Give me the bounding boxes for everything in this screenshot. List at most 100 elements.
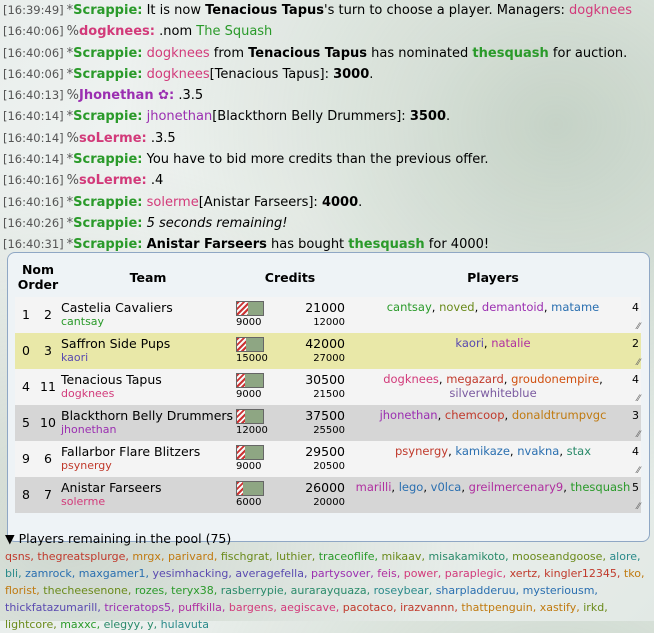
player-name[interactable]: chemcoop — [445, 408, 505, 422]
pool-player[interactable]: misakamikoto — [428, 550, 505, 563]
team-manager[interactable]: jhonethan — [61, 423, 235, 436]
resize-grip-icon[interactable]: ⁄⁄ — [637, 466, 640, 476]
player-name[interactable]: matame — [551, 300, 599, 314]
pool-player[interactable]: traceoflife — [319, 550, 375, 563]
pool-player[interactable]: averagefella — [235, 567, 304, 580]
username[interactable]: Scrappie: — [73, 152, 142, 167]
pool-player[interactable]: mysteriousm — [523, 584, 595, 597]
pool-player[interactable]: maxgamer1 — [79, 567, 146, 580]
pool-player[interactable]: feis — [377, 567, 396, 580]
username[interactable]: Scrappie: — [73, 67, 142, 82]
team-manager[interactable]: dogknees — [61, 387, 235, 400]
pool-player[interactable]: aegiscave — [280, 601, 335, 614]
pool-player[interactable]: lightcore — [5, 618, 53, 631]
pool-player[interactable]: irazvannn — [400, 601, 454, 614]
username[interactable]: Scrappie: — [73, 46, 142, 61]
pool-player[interactable]: bargens — [229, 601, 274, 614]
pool-player[interactable]: qsns — [5, 550, 30, 563]
username[interactable]: dogknees: — [79, 24, 155, 39]
pool-player[interactable]: florist — [5, 584, 36, 597]
pool-player[interactable]: thegreatsplurge — [37, 550, 125, 563]
pool-player[interactable]: maxxc — [60, 618, 96, 631]
player-name[interactable]: donaldtrumpvgc — [512, 408, 607, 422]
pool-player[interactable]: bli — [5, 567, 18, 580]
pool-player[interactable]: alore — [609, 550, 637, 563]
team-name[interactable]: Castelia Cavaliers — [61, 297, 235, 315]
pool-player[interactable]: xastify — [540, 601, 577, 614]
player-name[interactable]: nvakna — [517, 444, 559, 458]
team-manager[interactable]: kaori — [61, 351, 235, 364]
resize-grip-icon[interactable]: ⁄⁄ — [637, 502, 640, 512]
username[interactable]: Jhonethan ✿: — [79, 88, 174, 103]
player-name[interactable]: psynergy — [395, 444, 448, 458]
pool-player[interactable]: mooseandgoose — [512, 550, 602, 563]
pool-player[interactable]: fischgrat — [221, 550, 269, 563]
pool-player[interactable]: irkd — [583, 601, 604, 614]
resize-grip-icon[interactable]: ⁄⁄ — [637, 322, 640, 332]
pool-player[interactable]: thickfatazumarill — [5, 601, 97, 614]
pool-player[interactable]: roseybear — [374, 584, 429, 597]
username[interactable]: Scrappie: — [73, 237, 142, 252]
pool-player[interactable]: hulavuta — [161, 618, 209, 631]
team-manager[interactable]: solerme — [61, 495, 235, 508]
username[interactable]: soLerme: — [79, 173, 147, 188]
player-name[interactable]: groudonempire — [511, 372, 599, 386]
player-name[interactable]: kamikaze — [455, 444, 510, 458]
resize-grip-icon[interactable]: ⁄⁄ — [637, 358, 640, 368]
pool-player[interactable]: sharpladderuu — [436, 584, 516, 597]
player-name[interactable]: v0lca — [431, 480, 462, 494]
pool-player[interactable]: thattpenguin — [461, 601, 532, 614]
player-name[interactable]: megazard — [446, 372, 504, 386]
pool-player[interactable]: parivard — [168, 550, 214, 563]
team-name[interactable]: Blackthorn Belly Drummers — [61, 405, 235, 423]
pool-player[interactable]: kingler12345 — [544, 567, 617, 580]
pool-player[interactable]: triceratops5 — [104, 601, 171, 614]
pool-player[interactable]: rozes — [135, 584, 164, 597]
pool-player[interactable]: xertz — [510, 567, 538, 580]
pool-player[interactable]: paraplegic — [445, 567, 503, 580]
pool-player[interactable]: rasberrypie — [221, 584, 284, 597]
pool-player[interactable]: power — [404, 567, 438, 580]
message-part: It is now — [142, 3, 206, 18]
pool-toggle[interactable]: ▼ Players remaining in the pool (75) — [5, 529, 654, 548]
player-name[interactable]: stax — [567, 444, 591, 458]
player-name[interactable]: marilli — [356, 480, 392, 494]
player-name[interactable]: lego — [399, 480, 424, 494]
username[interactable]: soLerme: — [79, 131, 147, 146]
pool-player[interactable]: puffkilla — [178, 601, 222, 614]
player-name[interactable]: greilmercenary9 — [469, 480, 564, 494]
pool-player[interactable]: thecheesenone — [43, 584, 128, 597]
player-name[interactable]: thesquash — [571, 480, 631, 494]
team-manager[interactable]: cantsay — [61, 315, 235, 328]
pool-player[interactable]: teryx38 — [171, 584, 214, 597]
player-name[interactable]: noved — [439, 300, 475, 314]
player-name[interactable]: cantsay — [387, 300, 432, 314]
username[interactable]: Scrappie: — [73, 216, 142, 231]
player-name[interactable]: natalie — [491, 336, 530, 350]
pool-player[interactable]: mrgx — [132, 550, 161, 563]
player-name[interactable]: dogknees — [383, 372, 439, 386]
username[interactable]: Scrappie: — [73, 3, 142, 18]
player-name[interactable]: demantoid — [482, 300, 544, 314]
player-name[interactable]: kaori — [455, 336, 483, 350]
username[interactable]: Scrappie: — [73, 195, 142, 210]
player-name[interactable]: silverwhiteblue — [449, 386, 536, 400]
team-manager[interactable]: psynergy — [61, 459, 235, 472]
pool-player[interactable]: yesimhacking — [152, 567, 228, 580]
pool-player[interactable]: mikaav — [381, 550, 421, 563]
pool-player[interactable]: partysover — [311, 567, 370, 580]
pool-player[interactable]: pacotaco — [343, 601, 393, 614]
pool-player[interactable]: tko — [624, 567, 641, 580]
resize-grip-icon[interactable]: ⁄⁄ — [637, 430, 640, 440]
player-name[interactable]: jhonethan — [380, 408, 438, 422]
pool-player[interactable]: aurarayquaza — [291, 584, 367, 597]
team-name[interactable]: Saffron Side Pups — [61, 333, 235, 351]
pool-player[interactable]: luthier — [276, 550, 312, 563]
team-name[interactable]: Tenacious Tapus — [61, 369, 235, 387]
pool-player[interactable]: zamrock — [25, 567, 72, 580]
team-name[interactable]: Anistar Farseers — [61, 477, 235, 495]
team-name[interactable]: Fallarbor Flare Blitzers — [61, 441, 235, 459]
pool-player[interactable]: elegyy — [104, 618, 141, 631]
resize-grip-icon[interactable]: ⁄⁄ — [637, 394, 640, 404]
username[interactable]: Scrappie: — [73, 109, 142, 124]
